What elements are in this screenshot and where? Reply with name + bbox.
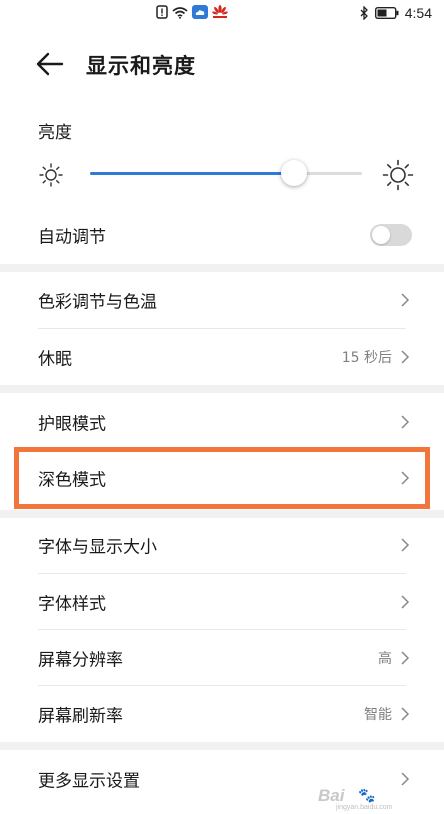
paw-icon: 🐾: [358, 788, 376, 804]
color-temp-row[interactable]: 色彩调节与色温: [0, 272, 444, 328]
sleep-row[interactable]: 休眠 15 秒后: [0, 329, 444, 385]
section-gap: [0, 264, 444, 272]
font-size-row[interactable]: 字体与显示大小: [0, 517, 444, 573]
brightness-slider-row: [0, 150, 444, 200]
chevron-right-icon: [401, 538, 410, 552]
battery-icon: [374, 7, 399, 19]
refresh-rate-value: 智能: [364, 707, 392, 723]
sun-small-icon: [39, 163, 63, 187]
dark-mode-highlight-box: [14, 447, 430, 509]
status-icons-center: [156, 5, 228, 19]
baidu-watermark: Bai 🐾 jingyan.baidu.com: [310, 784, 438, 812]
refresh-rate-label: 屏幕刷新率: [38, 706, 123, 727]
status-icons-right: 4:54: [360, 5, 432, 21]
bluetooth-icon: [360, 6, 368, 20]
notification-icon: [156, 5, 168, 19]
auto-adjust-toggle[interactable]: [370, 224, 412, 246]
resolution-label: 屏幕分辨率: [38, 650, 123, 671]
chevron-right-icon: [401, 415, 410, 429]
brightness-label: 亮度: [38, 123, 72, 143]
section-gap: [0, 385, 444, 393]
auto-adjust-row[interactable]: 自动调节: [0, 207, 444, 263]
brightness-slider-fill: [90, 172, 294, 175]
back-arrow-icon[interactable]: [34, 50, 66, 78]
app-bar: 显示和亮度: [0, 36, 444, 92]
status-bar: 4:54: [0, 0, 444, 28]
watermark-subtext: jingyan.baidu.com: [336, 804, 393, 811]
eye-comfort-label: 护眼模式: [38, 414, 106, 435]
huawei-icon: [212, 5, 228, 18]
page-title: 显示和亮度: [86, 54, 196, 78]
wifi-icon: [172, 6, 188, 19]
resolution-row[interactable]: 屏幕分辨率 高: [0, 630, 444, 686]
watermark-text: Bai: [318, 786, 345, 805]
chevron-right-icon: [401, 595, 410, 609]
more-display-label: 更多显示设置: [38, 771, 140, 792]
eye-comfort-row[interactable]: 护眼模式: [0, 394, 444, 450]
brightness-slider[interactable]: [90, 160, 362, 186]
cloud-icon: [192, 5, 208, 19]
section-gap: [0, 742, 444, 750]
sleep-value: 15 秒后: [341, 350, 392, 366]
sleep-label: 休眠: [38, 349, 72, 370]
font-style-row[interactable]: 字体样式: [0, 574, 444, 630]
brightness-slider-thumb[interactable]: [281, 160, 307, 186]
font-style-label: 字体样式: [38, 594, 106, 615]
refresh-rate-row[interactable]: 屏幕刷新率 智能: [0, 686, 444, 742]
chevron-right-icon: [401, 651, 410, 665]
auto-adjust-label: 自动调节: [38, 227, 106, 248]
chevron-right-icon: [401, 293, 410, 307]
chevron-right-icon: [401, 350, 410, 364]
font-size-label: 字体与显示大小: [38, 537, 157, 558]
status-time: 4:54: [404, 5, 432, 21]
chevron-right-icon: [401, 707, 410, 721]
color-temp-label: 色彩调节与色温: [38, 292, 157, 313]
toggle-knob: [372, 226, 390, 244]
sun-large-icon: [382, 159, 414, 191]
resolution-value: 高: [378, 651, 392, 667]
